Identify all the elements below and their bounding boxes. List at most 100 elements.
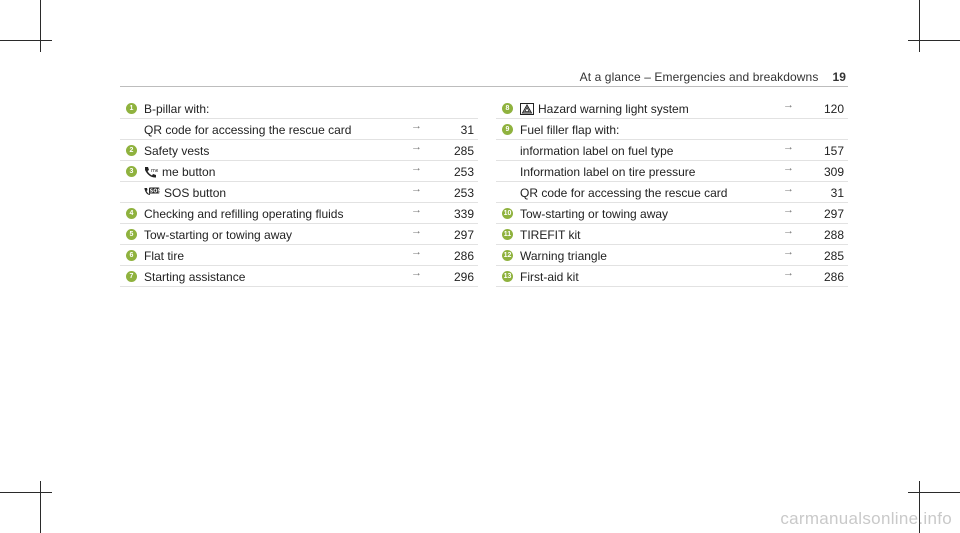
callout-number: 8 [502, 103, 513, 114]
page-reference-arrow-icon: → [411, 183, 422, 195]
legend-row: 13 First-aid kit → 286 [496, 266, 848, 287]
page-reference[interactable]: 285 [824, 249, 844, 263]
legend-text: me button [162, 165, 216, 179]
page-reference[interactable]: 296 [454, 270, 474, 284]
legend-row: 5 Tow-starting or towing away → 297 [120, 224, 478, 245]
page-reference-arrow-icon: → [783, 99, 794, 111]
page-reference-arrow-icon: → [783, 267, 794, 279]
page-reference-arrow-icon: → [783, 162, 794, 174]
page-reference[interactable]: 285 [454, 144, 474, 158]
legend-row: 10 Tow-starting or towing away → 297 [496, 203, 848, 224]
page-reference-arrow-icon: → [411, 204, 422, 216]
legend-text: First-aid kit [520, 270, 579, 284]
page-reference[interactable]: 339 [454, 207, 474, 221]
callout-number: 7 [126, 271, 137, 282]
hazard-warning-icon [520, 102, 538, 116]
legend-label: Fuel filler flap with: [520, 123, 619, 137]
page-reference-arrow-icon: → [783, 204, 794, 216]
legend-row: 9 Fuel filler flap with: [496, 119, 848, 140]
legend-row: 12 Warning triangle → 285 [496, 245, 848, 266]
left-column: 1 B-pillar with: QR code for accessing the… [120, 98, 478, 287]
legend-text: Hazard warning light system [538, 102, 689, 116]
page-reference[interactable]: 157 [824, 144, 844, 158]
legend-text: QR code for accessing the rescue card [520, 186, 728, 200]
me-call-icon: me [144, 165, 162, 179]
legend-label: me me button [144, 165, 215, 179]
legend-label: Flat tire [144, 249, 184, 263]
page-reference[interactable]: 309 [824, 165, 844, 179]
legend-row: 3 me me button → 253 [120, 161, 478, 182]
legend-label: Starting assistance [144, 270, 245, 284]
legend-row: 6 Flat tire → 286 [120, 245, 478, 266]
callout-number: 10 [502, 208, 513, 219]
page-reference[interactable]: 31 [461, 123, 474, 137]
crop-mark [40, 481, 41, 533]
legend-row: Information label on tire pressure → 309 [496, 161, 848, 182]
page-reference-arrow-icon: → [783, 246, 794, 258]
page-reference-arrow-icon: → [411, 267, 422, 279]
crop-mark [40, 0, 41, 52]
legend-text: Checking and refilling operating fluids [144, 207, 344, 221]
page-reference[interactable]: 120 [824, 102, 844, 116]
legend-label: TIREFIT kit [520, 228, 580, 242]
legend-label: Checking and refilling operating fluids [144, 207, 343, 221]
legend-row: 4 Checking and refilling operating fluids… [120, 203, 478, 224]
legend-label: QR code for accessing the rescue card [144, 123, 351, 137]
legend-row: 2 Safety vests → 285 [120, 140, 478, 161]
page-reference-arrow-icon: → [411, 225, 422, 237]
legend-label: Hazard warning light system [520, 102, 689, 116]
legend-text: B-pillar with: [144, 102, 210, 116]
callout-number: 1 [126, 103, 137, 114]
callout-number: 6 [126, 250, 137, 261]
callout-number: 5 [126, 229, 137, 240]
legend-row: 1 B-pillar with: [120, 98, 478, 119]
header-rule [120, 86, 848, 87]
page-reference[interactable]: 253 [454, 165, 474, 179]
legend-label: QR code for accessing the rescue card [520, 186, 727, 200]
legend-row: 7 Starting assistance → 296 [120, 266, 478, 287]
legend-text: Fuel filler flap with: [520, 123, 620, 137]
crop-mark [919, 0, 920, 52]
legend-row: 11 TIREFIT kit → 288 [496, 224, 848, 245]
legend-label: Information label on tire pressure [520, 165, 695, 179]
page-reference[interactable]: 297 [454, 228, 474, 242]
legend-text: Safety vests [144, 144, 210, 158]
legend-row: 8 Hazard warning light system → 120 [496, 98, 848, 119]
legend-label: SOS SOS button [144, 186, 226, 200]
legend-label: Warning triangle [520, 249, 607, 263]
legend-text: QR code for accessing the rescue card [144, 123, 352, 137]
running-header: At a glance – Emergencies and breakdowns… [580, 70, 846, 84]
legend-label: Tow-starting or towing away [520, 207, 668, 221]
callout-number: 4 [126, 208, 137, 219]
legend-text: Information label on tire pressure [520, 165, 696, 179]
page-reference-arrow-icon: → [783, 225, 794, 237]
legend-label: information label on fuel type [520, 144, 673, 158]
sos-icon: SOS [144, 186, 164, 200]
legend-label: B-pillar with: [144, 102, 209, 116]
callout-number: 9 [502, 124, 513, 135]
callout-number: 2 [126, 145, 137, 156]
svg-text:me: me [151, 168, 158, 174]
legend-row: QR code for accessing the rescue card → 31 [496, 182, 848, 203]
page-reference[interactable]: 297 [824, 207, 844, 221]
legend-text: Flat tire [144, 249, 185, 263]
page-reference-arrow-icon: → [411, 141, 422, 153]
page-reference[interactable]: 286 [454, 249, 474, 263]
callout-number: 12 [502, 250, 513, 261]
legend-label: First-aid kit [520, 270, 579, 284]
page-reference[interactable]: 31 [831, 186, 844, 200]
crop-mark [0, 492, 52, 493]
legend-row: SOS SOS button → 253 [120, 182, 478, 203]
legend-text: Tow-starting or towing away [144, 228, 293, 242]
callout-number: 3 [126, 166, 137, 177]
right-column: 8 Hazard warning light system → 120 9 Fuel fi… [496, 98, 848, 287]
legend-text: Tow-starting or towing away [520, 207, 669, 221]
page-reference[interactable]: 286 [824, 270, 844, 284]
section-title: At a glance – Emergencies and breakdowns [579, 70, 819, 84]
legend-label: Safety vests [144, 144, 209, 158]
crop-mark [908, 40, 960, 41]
legend-text: Starting assistance [144, 270, 246, 284]
page-reference[interactable]: 288 [824, 228, 844, 242]
page-reference[interactable]: 253 [454, 186, 474, 200]
page-reference-arrow-icon: → [783, 183, 794, 195]
